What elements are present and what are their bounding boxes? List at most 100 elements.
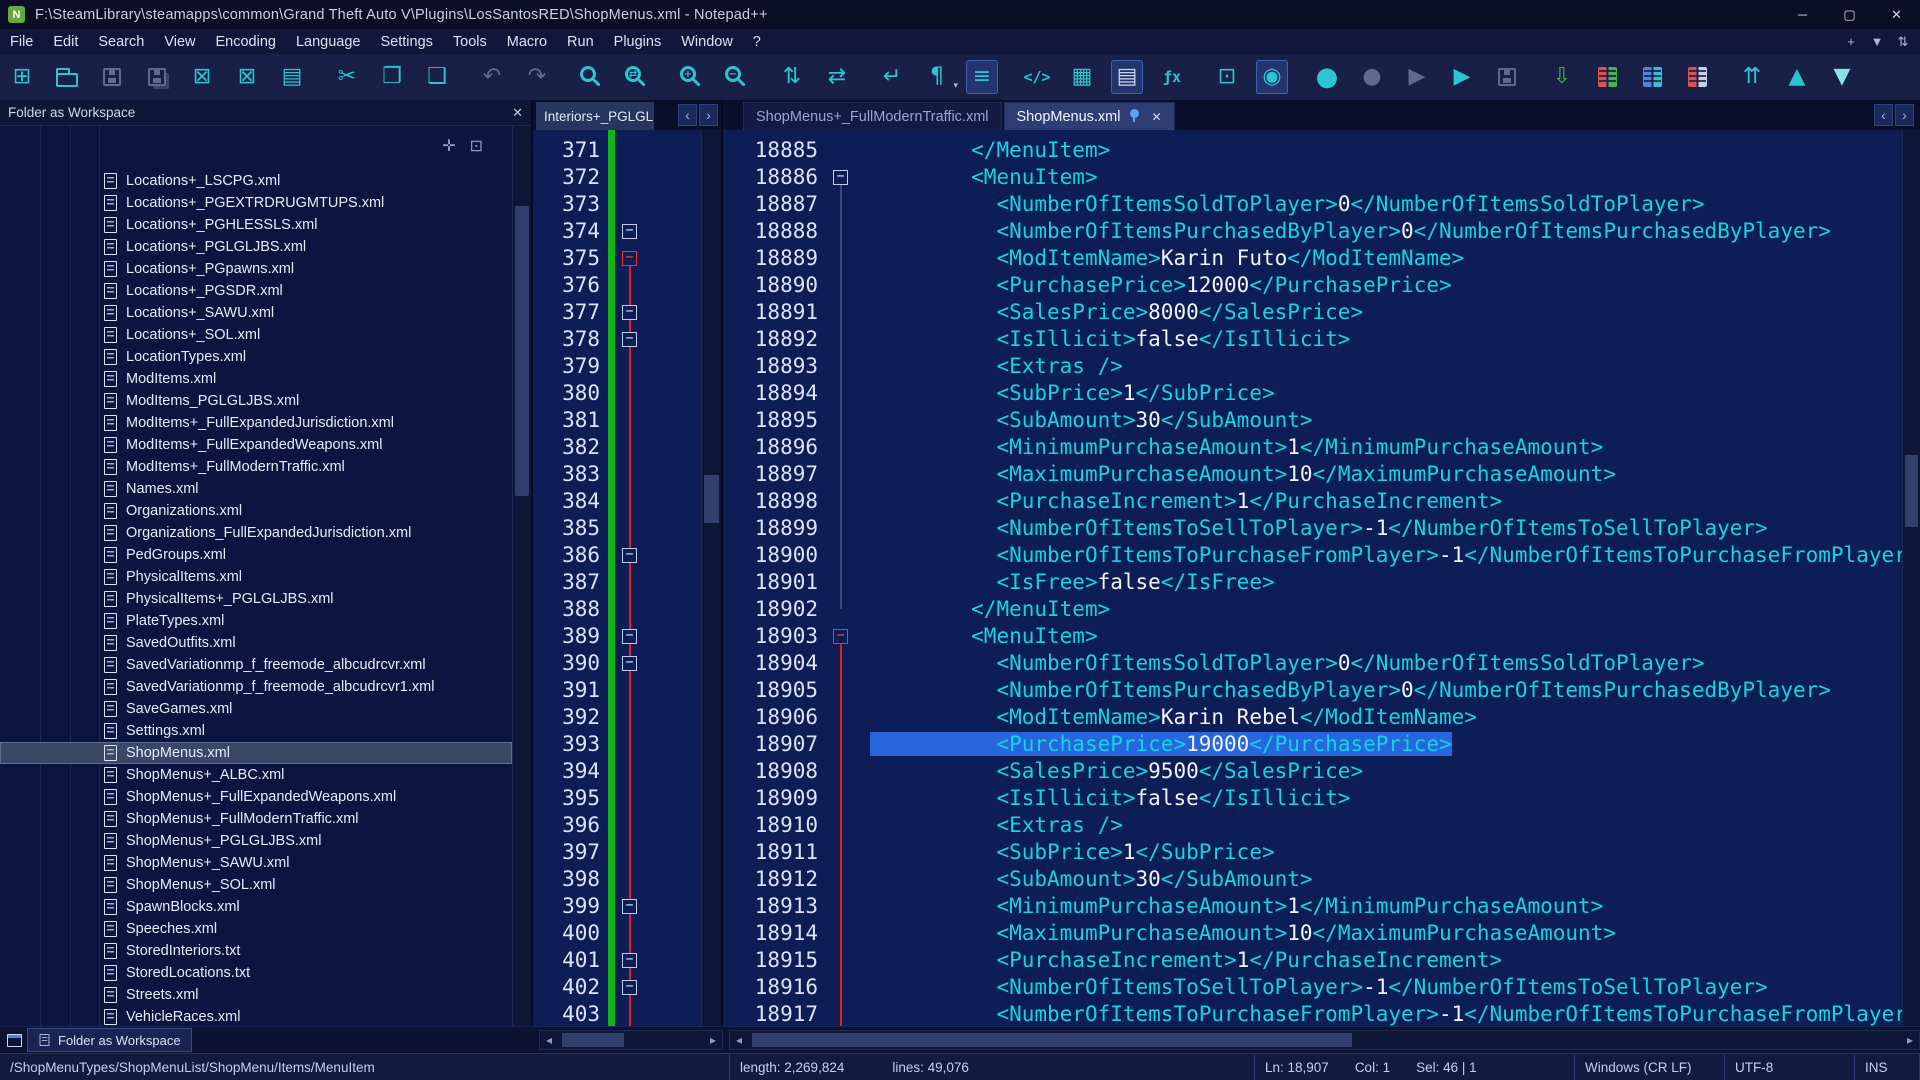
tree-file-item[interactable]: ShopMenus+_FullExpandedWeapons.xml	[0, 786, 512, 808]
scroll-tabs-right-button[interactable]: ›	[1895, 104, 1914, 126]
tree-file-item[interactable]: Settings.xml	[0, 720, 512, 742]
tab-list-icon[interactable]: ▼	[1864, 34, 1890, 49]
maximize-button[interactable]: ▢	[1826, 0, 1873, 29]
menu-item-edit[interactable]: Edit	[43, 29, 88, 54]
tree-file-item[interactable]: Locations+_LSCPG.xml	[0, 170, 512, 192]
document-list-icon[interactable]: ▤	[1111, 60, 1143, 94]
nav-prev-icon[interactable]: ▲	[1781, 60, 1813, 94]
macro-save-icon[interactable]	[1491, 60, 1523, 94]
pin-icon[interactable]	[1130, 109, 1139, 118]
fold-marker[interactable]: −	[833, 170, 848, 185]
menu-item-macro[interactable]: Macro	[497, 29, 557, 54]
tree-file-item[interactable]: PhysicalItems+_PGLGLJBS.xml	[0, 588, 512, 610]
macro-record-icon[interactable]: ●	[1311, 60, 1343, 94]
scroll-left-arrow-icon[interactable]: ◂	[540, 1031, 558, 1049]
fold-marker[interactable]: −	[622, 953, 637, 968]
tree-scrollbar-thumb[interactable]	[515, 206, 529, 496]
code-view-icon[interactable]: </>	[1021, 60, 1053, 94]
tree-file-item[interactable]: ModItems.xml	[0, 368, 512, 390]
word-wrap-icon[interactable]: ↵	[876, 60, 908, 94]
fold-marker[interactable]: −	[622, 305, 637, 320]
zoom-in-icon[interactable]: +	[676, 60, 708, 94]
tree-file-item[interactable]: Locations+_SAWU.xml	[0, 302, 512, 324]
code-editor-area[interactable]: 18885 </MenuItem>18886 <MenuItem>18887 <…	[723, 130, 1920, 1026]
fold-marker[interactable]: −	[622, 629, 637, 644]
tree-file-item[interactable]: ModItems+_FullExpandedWeapons.xml	[0, 434, 512, 456]
tree-file-item[interactable]: ShopMenus+_ALBC.xml	[0, 764, 512, 786]
cut-icon[interactable]: ✂	[331, 60, 363, 94]
main-horizontal-scrollbar[interactable]: ◂ ▸	[729, 1030, 1920, 1050]
macro-play-icon[interactable]: ▶	[1401, 60, 1433, 94]
secondary-scrollbar-thumb[interactable]	[704, 475, 719, 523]
main-vertical-scrollbar[interactable]	[1902, 130, 1920, 1026]
tree-file-item[interactable]: ModItems+_FullExpandedJurisdiction.xml	[0, 412, 512, 434]
sync-vertical-scroll-icon[interactable]: ⇅	[776, 60, 808, 94]
scrollbar-thumb[interactable]	[562, 1033, 624, 1047]
nav-next-icon[interactable]: ▼	[1826, 60, 1858, 94]
fold-marker[interactable]: −	[622, 224, 637, 239]
menu-item-settings[interactable]: Settings	[370, 29, 442, 54]
status-encoding[interactable]: UTF-8	[1725, 1054, 1855, 1080]
scroll-tabs-left-button[interactable]: ‹	[1874, 104, 1893, 126]
redo-icon[interactable]: ↷	[521, 60, 553, 94]
tree-file-item[interactable]: Locations+_PGEXTRDRUGMTUPS.xml	[0, 192, 512, 214]
editor-tab[interactable]: ShopMenus+_FullModernTraffic.xml	[743, 102, 1002, 130]
tree-file-item[interactable]: VehicleRaces.xml	[0, 1006, 512, 1026]
scroll-right-arrow-icon[interactable]: ▸	[704, 1031, 722, 1049]
fold-marker[interactable]: −	[833, 629, 848, 644]
fold-marker[interactable]: −	[622, 332, 637, 347]
menu-item-view[interactable]: View	[154, 29, 205, 54]
tree-file-item[interactable]: StoredLocations.txt	[0, 962, 512, 984]
print-icon[interactable]: ▤	[276, 60, 308, 94]
status-eol-format[interactable]: Windows (CR LF)	[1575, 1054, 1725, 1080]
tree-file-item[interactable]: PhysicalItems.xml	[0, 566, 512, 588]
plugin-import-icon[interactable]: ⇩	[1546, 60, 1578, 94]
tree-file-item[interactable]: PlateTypes.xml	[0, 610, 512, 632]
workspace-close-icon[interactable]: ✕	[512, 105, 523, 121]
minimize-button[interactable]: ─	[1779, 0, 1826, 29]
scroll-tabs-right-button[interactable]: ›	[699, 104, 718, 126]
macro-run-multiple-icon[interactable]: ▶	[1446, 60, 1478, 94]
tree-file-item[interactable]: SpawnBlocks.xml	[0, 896, 512, 918]
menu-item-window[interactable]: Window	[671, 29, 743, 54]
tree-file-item[interactable]: SavedVariationmp_f_freemode_albcudrcvr.x…	[0, 654, 512, 676]
fold-marker[interactable]: −	[622, 980, 637, 995]
tree-file-item[interactable]: LocationTypes.xml	[0, 346, 512, 368]
tree-file-item[interactable]: ModItems+_FullModernTraffic.xml	[0, 456, 512, 478]
tree-file-item[interactable]: SavedVariationmp_f_freemode_albcudrcvr1.…	[0, 676, 512, 698]
tree-file-item[interactable]: SaveGames.xml	[0, 698, 512, 720]
sync-horizontal-scroll-icon[interactable]: ⇄	[821, 60, 853, 94]
tree-file-item[interactable]: ShopMenus+_PGLGLJBS.xml	[0, 830, 512, 852]
fold-marker[interactable]: −	[622, 899, 637, 914]
menu-item-encoding[interactable]: Encoding	[206, 29, 286, 54]
tree-file-item[interactable]: StoredInteriors.txt	[0, 940, 512, 962]
nav-first-icon[interactable]: ⇈	[1736, 60, 1768, 94]
replace-icon[interactable]: ⇄	[621, 60, 653, 94]
capture-icon[interactable]: ◉	[1256, 60, 1288, 94]
tree-file-item[interactable]: ShopMenus+_SOL.xml	[0, 874, 512, 896]
paste-icon[interactable]: ❑	[421, 60, 453, 94]
tree-file-item[interactable]: ShopMenus.xml	[0, 742, 512, 764]
tree-file-item[interactable]: Names.xml	[0, 478, 512, 500]
indent-guide-icon[interactable]: ≡	[966, 60, 998, 94]
status-insert-mode[interactable]: INS	[1855, 1054, 1920, 1080]
scroll-right-arrow-icon[interactable]: ▸	[1901, 1031, 1919, 1049]
copy-icon[interactable]: ❐	[376, 60, 408, 94]
scrollbar-thumb[interactable]	[752, 1033, 1352, 1047]
dropdown-arrow-icon[interactable]: ▾	[953, 80, 958, 91]
secondary-vertical-scrollbar[interactable]	[701, 130, 721, 1026]
tree-file-item[interactable]: ShopMenus+_FullModernTraffic.xml	[0, 808, 512, 830]
menu-item-plugins[interactable]: Plugins	[604, 29, 672, 54]
save-icon[interactable]	[96, 60, 128, 94]
tree-file-item[interactable]: Organizations.xml	[0, 500, 512, 522]
fold-marker[interactable]: −	[622, 548, 637, 563]
secondary-horizontal-scrollbar[interactable]: ◂ ▸	[539, 1030, 723, 1050]
new-tab-icon[interactable]: +	[1838, 34, 1864, 49]
save-all-icon[interactable]	[141, 60, 173, 94]
tree-file-item[interactable]: Locations+_PGHLESSLS.xml	[0, 214, 512, 236]
new-file-icon[interactable]: ⊞	[6, 60, 38, 94]
compare-clear-icon[interactable]	[1681, 60, 1713, 94]
tree-file-item[interactable]: Organizations_FullExpandedJurisdiction.x…	[0, 522, 512, 544]
tree-file-item[interactable]: Locations+_PGSDR.xml	[0, 280, 512, 302]
function-list-icon[interactable]: ƒx	[1156, 60, 1188, 94]
